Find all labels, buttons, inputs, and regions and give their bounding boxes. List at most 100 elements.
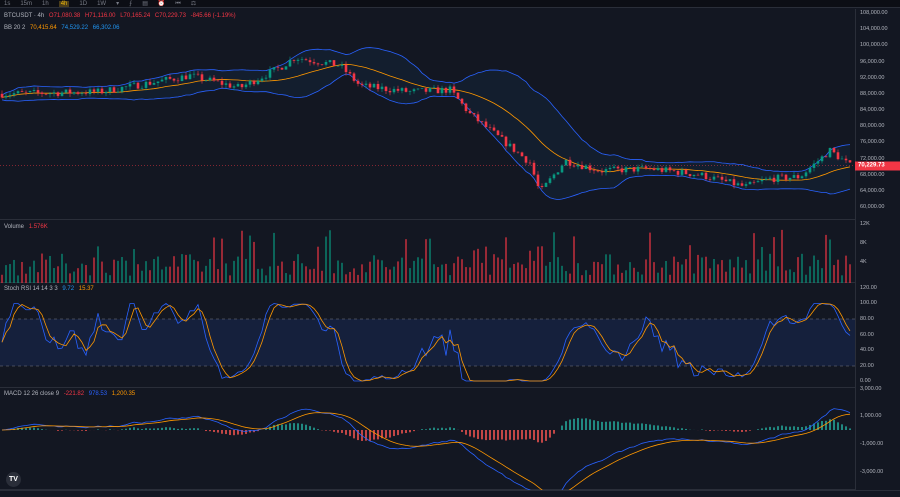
candle-body xyxy=(664,167,668,172)
candle-body xyxy=(368,83,372,88)
volume-bar xyxy=(369,261,371,283)
macd-histogram-bar xyxy=(301,423,303,430)
macd-histogram-bar xyxy=(749,430,751,431)
candle-body xyxy=(524,156,528,163)
candle-body xyxy=(468,111,472,114)
macd-histogram-bar xyxy=(289,423,291,430)
macd-histogram-bar xyxy=(137,428,139,430)
volume-bar xyxy=(337,260,339,283)
candle-body xyxy=(528,162,532,164)
candle-body xyxy=(548,178,552,183)
candle-body xyxy=(632,167,636,172)
volume-bar xyxy=(417,257,419,283)
macd-histogram-bar xyxy=(541,430,543,443)
volume-bar xyxy=(161,269,163,283)
candle-body xyxy=(160,79,164,82)
volume-bar xyxy=(685,259,687,283)
macd-histogram-bar xyxy=(345,430,347,435)
candle-body xyxy=(76,92,80,94)
volume-bar xyxy=(69,273,71,283)
candle-body xyxy=(124,86,128,88)
macd-histogram-bar xyxy=(629,422,631,430)
macd-histogram-bar xyxy=(729,430,731,431)
macd-histogram-bar xyxy=(569,419,571,430)
macd-histogram-bar xyxy=(825,420,827,430)
macd-histogram-bar xyxy=(29,427,31,430)
macd-histogram-bar xyxy=(533,430,535,440)
volume-bar xyxy=(433,264,435,283)
macd-histogram-bar xyxy=(477,430,479,439)
macd-histogram-bar xyxy=(293,423,295,430)
macd-histogram-bar xyxy=(773,427,775,430)
volume-bar xyxy=(389,269,391,283)
candle-body xyxy=(72,92,76,94)
macd-histogram-bar xyxy=(281,424,283,430)
candle-body xyxy=(152,83,156,85)
volume-bar xyxy=(385,267,387,283)
volume-bar xyxy=(461,259,463,283)
candle-body xyxy=(412,89,416,92)
stoch-legend[interactable]: Stoch RSI 14 14 3 3 9.72 15.37 xyxy=(4,286,97,292)
candle-body xyxy=(680,169,684,175)
volume-bar xyxy=(301,263,303,283)
candle-body xyxy=(184,75,188,80)
volume-bar xyxy=(517,262,519,283)
volume-bar xyxy=(341,262,343,283)
candle-body xyxy=(148,81,152,85)
volume-bar xyxy=(605,254,607,283)
volume-bar xyxy=(573,236,575,283)
volume-legend[interactable]: Volume 1.576K xyxy=(4,224,51,230)
volume-bar xyxy=(541,246,543,283)
volume-bar xyxy=(281,261,283,283)
volume-bar xyxy=(361,264,363,283)
candle-body xyxy=(732,179,736,186)
candle-body xyxy=(220,80,224,85)
candle-body xyxy=(196,73,200,75)
candle-body xyxy=(404,88,408,92)
macd-histogram-bar xyxy=(317,429,319,430)
close-value: C70,229.73 xyxy=(154,13,186,19)
chart-canvas[interactable] xyxy=(0,0,855,490)
macd-legend[interactable]: MACD 12 26 close 9 -221.82 978.53 1,200.… xyxy=(4,391,138,397)
macd-histogram-bar xyxy=(309,426,311,430)
candle-body xyxy=(308,60,312,63)
candle-body xyxy=(336,65,340,67)
tradingview-logo[interactable]: TV xyxy=(6,472,21,487)
candle-body xyxy=(400,88,404,91)
volume-bar xyxy=(833,265,835,283)
macd-histogram-bar xyxy=(653,425,655,430)
macd-histogram-bar xyxy=(573,418,575,430)
volume-bar xyxy=(613,274,615,283)
volume-bar xyxy=(473,250,475,283)
volume-bar xyxy=(297,254,299,283)
candle-body xyxy=(508,143,512,147)
volume-bar xyxy=(21,261,23,283)
bb-legend[interactable]: BB 20 2 70,415.64 74,529.22 66,302.06 xyxy=(4,25,122,31)
macd-histogram-bar xyxy=(577,418,579,430)
symbol-name[interactable]: BTCUSDT · 4h xyxy=(4,13,44,19)
candle-body xyxy=(284,66,288,70)
macd-histogram-bar xyxy=(333,430,335,432)
macd-histogram-bar xyxy=(585,418,587,430)
candle-body xyxy=(236,84,240,87)
volume-bar xyxy=(669,274,671,283)
candle-body xyxy=(340,64,344,66)
macd-histogram-bar xyxy=(761,428,763,430)
candle-body xyxy=(84,93,88,95)
axis-tick: 88,000.00 xyxy=(860,90,885,97)
volume-bar xyxy=(777,266,779,283)
volume-axis[interactable] xyxy=(855,220,900,283)
macd-histogram-bar xyxy=(525,430,527,440)
volume-bar xyxy=(225,263,227,283)
candle-body xyxy=(296,59,300,61)
macd-histogram-bar xyxy=(609,421,611,430)
candle-body xyxy=(472,113,476,115)
axis-tick: 120.00 xyxy=(860,285,877,291)
volume-bar xyxy=(681,264,683,283)
time-axis[interactable] xyxy=(0,490,900,497)
volume-label: Volume xyxy=(4,224,25,230)
axis-tick: 3,000.00 xyxy=(860,386,882,392)
candle-body xyxy=(104,91,108,94)
volume-bar xyxy=(77,268,79,283)
candle-body xyxy=(476,114,480,122)
